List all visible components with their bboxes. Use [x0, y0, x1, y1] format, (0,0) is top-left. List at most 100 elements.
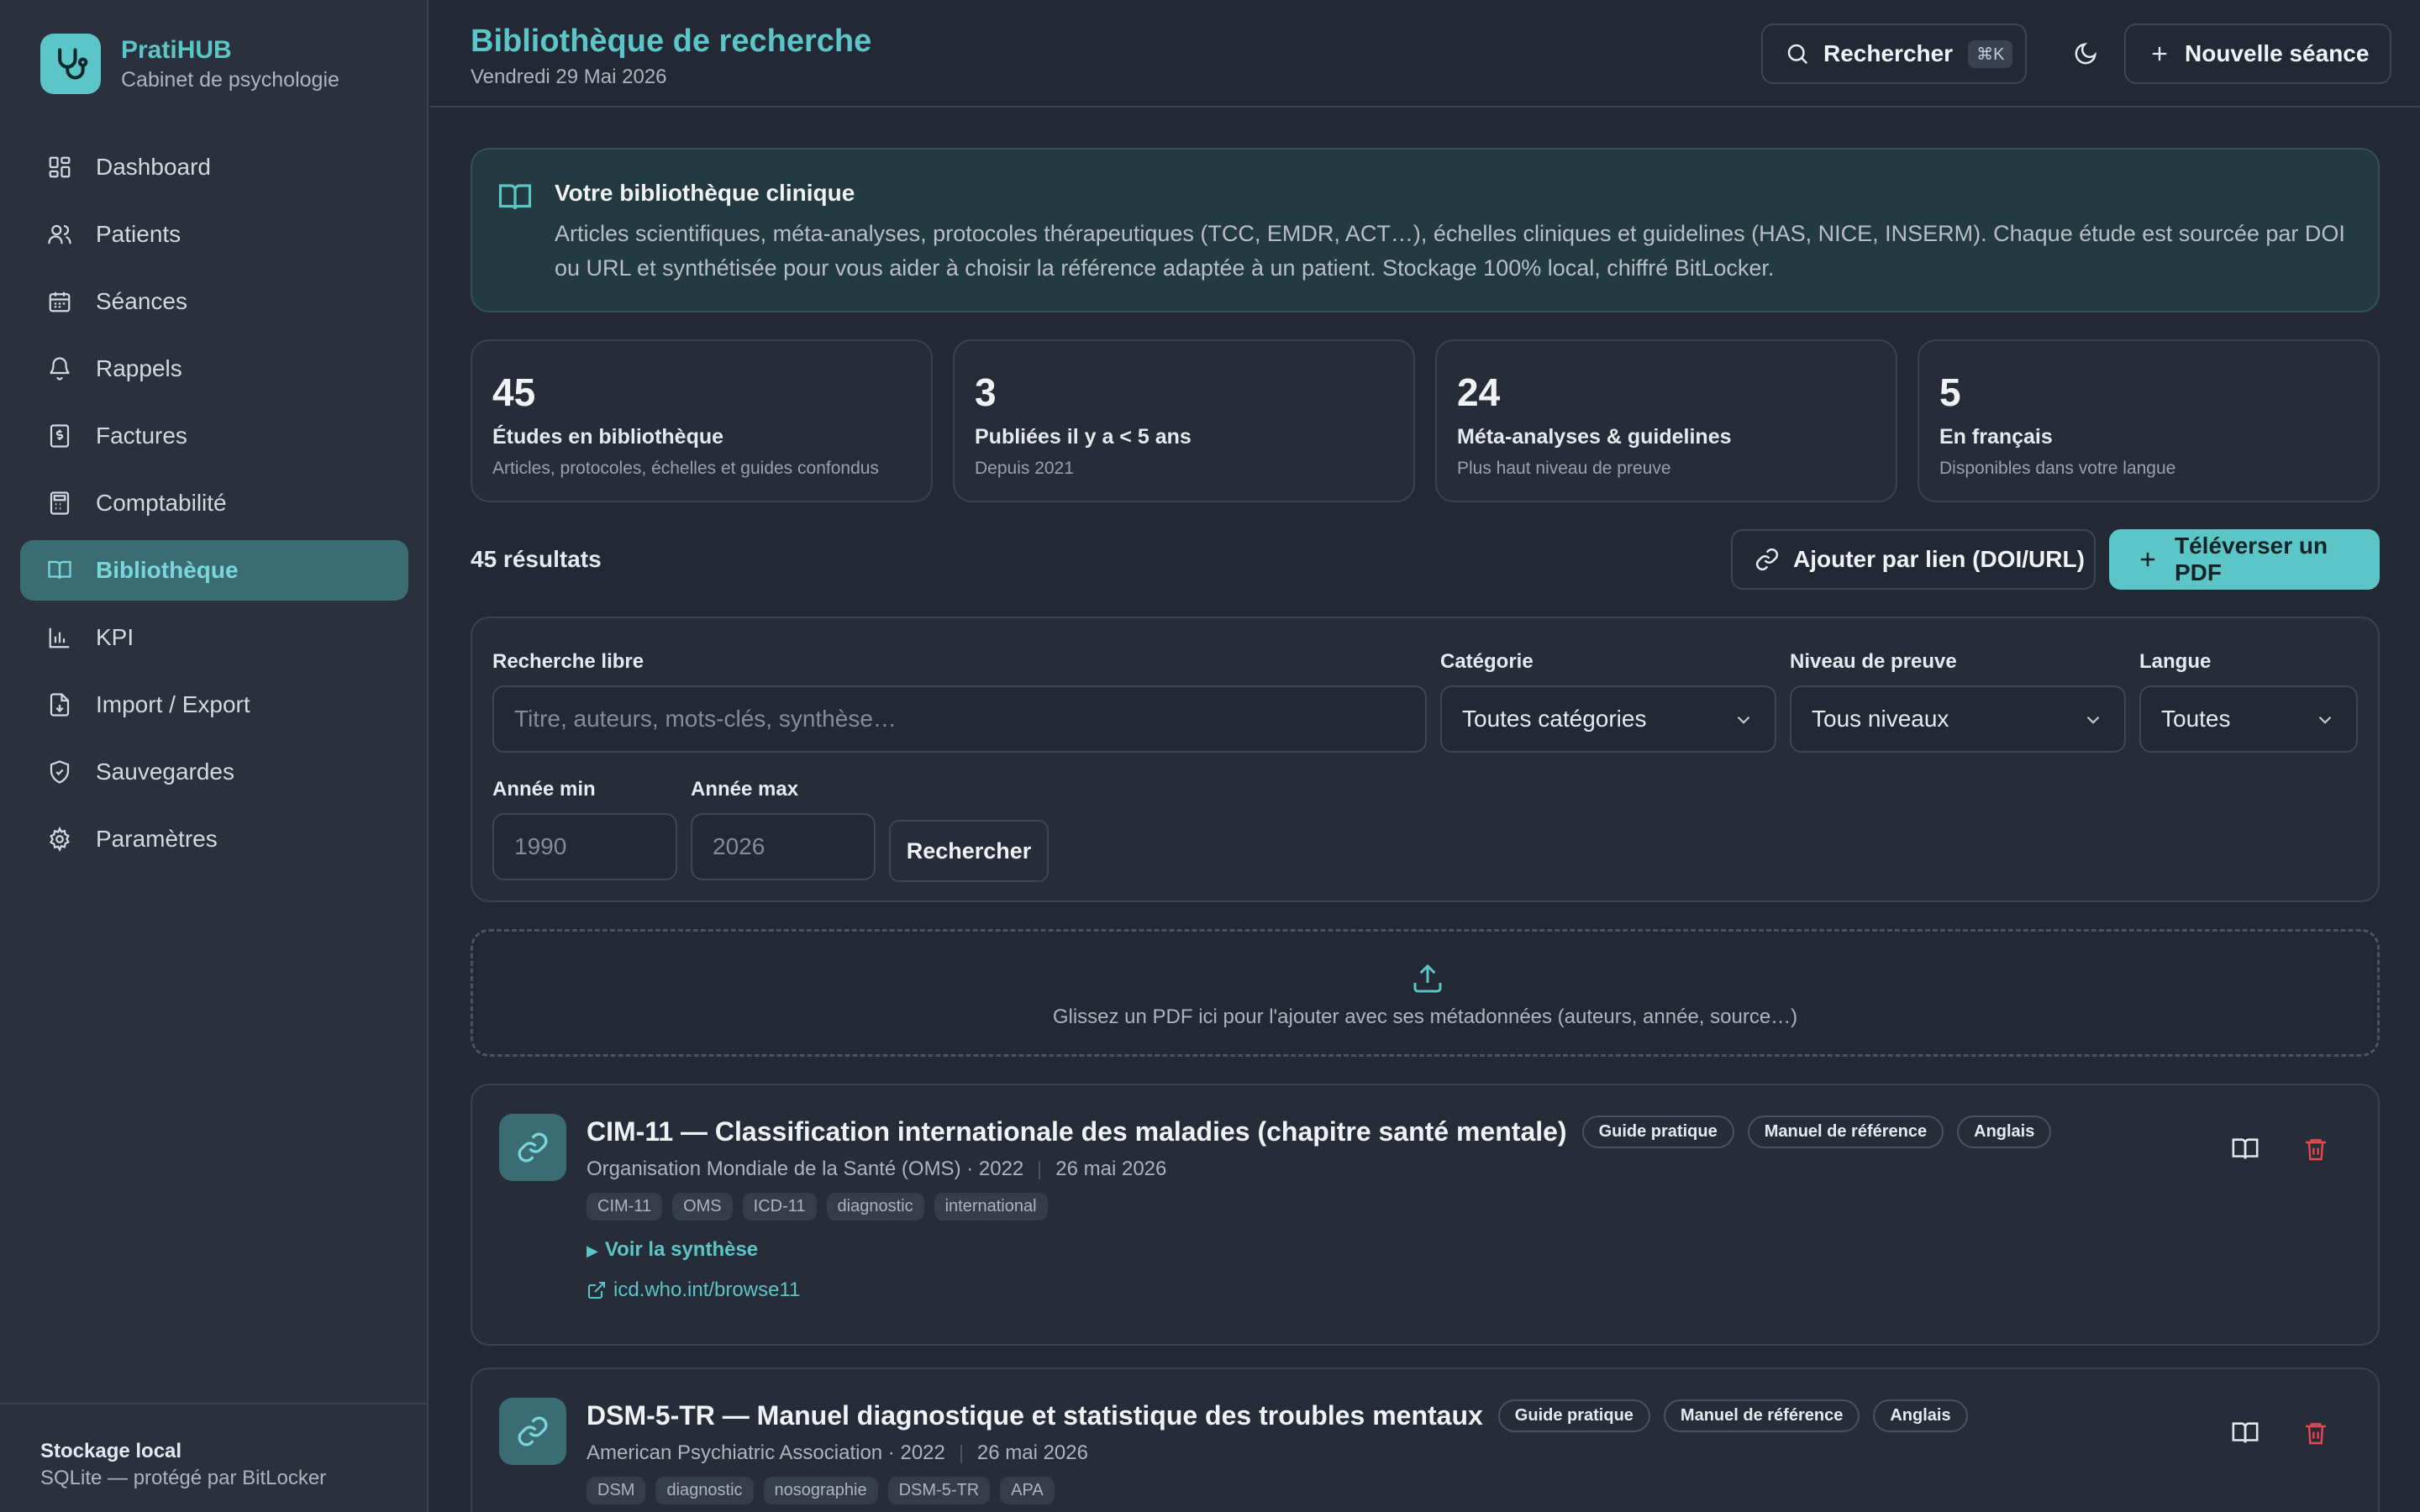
card-added-date: 26 mai 2026 — [1055, 1158, 1167, 1180]
invoice-icon — [45, 422, 74, 450]
tag[interactable]: diagnostic — [655, 1477, 754, 1504]
synthesis-toggle[interactable]: ▶ Voir la synthèse — [587, 1238, 758, 1262]
stat-subtitle: Articles, protocoles, échelles et guides… — [492, 459, 879, 478]
sidebar-item-bibliotheque[interactable]: Bibliothèque — [20, 540, 408, 601]
study-card[interactable]: DSM-5-TR — Manuel diagnostique et statis… — [471, 1368, 2380, 1512]
pdf-dropzone[interactable]: Glissez un PDF ici pour l'ajouter avec s… — [471, 929, 2380, 1057]
stat-value: 45 — [492, 370, 536, 414]
stat-subtitle: Plus haut niveau de preuve — [1457, 459, 1671, 478]
card-title[interactable]: CIM-11 — Classification internationale d… — [587, 1116, 1567, 1147]
tag[interactable]: CIM-11 — [587, 1193, 663, 1221]
card-title[interactable]: DSM-5-TR — Manuel diagnostique et statis… — [587, 1400, 1483, 1431]
tag[interactable]: DSM-5-TR — [887, 1477, 991, 1504]
brand-subtitle: Cabinet de psychologie — [121, 68, 339, 92]
language-label: Langue — [2139, 650, 2212, 673]
year-min-input[interactable]: 1990 — [492, 813, 677, 880]
year-min-label: Année min — [492, 778, 596, 801]
sidebar-item-seances[interactable]: Séances — [20, 271, 408, 332]
book-open-icon — [497, 180, 533, 219]
free-search-input[interactable]: Titre, auteurs, mots-clés, synthèse… — [492, 685, 1427, 753]
sidebar-item-label: KPI — [96, 624, 134, 650]
upload-pdf-label: Téléverser un PDF — [2175, 533, 2328, 585]
evidence-level-label: Niveau de preuve — [1790, 650, 1957, 673]
evidence-level-select[interactable]: Tous niveaux — [1790, 685, 2126, 753]
brand[interactable]: PratiHUB Cabinet de psychologie — [40, 34, 339, 94]
sidebar-item-kpi[interactable]: KPI — [20, 607, 408, 668]
chart-icon — [45, 623, 74, 652]
card-url-link[interactable]: icd.who.int/browse11 — [587, 1278, 800, 1302]
tag[interactable]: ICD-11 — [742, 1193, 817, 1221]
info-text: Articles scientifiques, méta-analyses, p… — [555, 221, 2345, 281]
results-count: 45 résultats — [471, 546, 602, 572]
category-select[interactable]: Toutes catégories — [1440, 685, 1776, 753]
open-book-icon[interactable] — [2228, 1132, 2262, 1166]
add-by-link-button[interactable]: Ajouter par lien (DOI/URL) — [1731, 529, 2096, 590]
apply-filters-button[interactable]: Rechercher — [889, 820, 1049, 882]
sidebar-item-label: Dashboard — [96, 154, 211, 180]
stat-value: 3 — [975, 370, 997, 414]
library-info-banner: Votre bibliothèque clinique Articles sci… — [471, 148, 2380, 312]
upload-pdf-button[interactable]: Téléverser un PDF — [2109, 529, 2380, 590]
theme-toggle-button[interactable] — [2057, 24, 2114, 84]
language-select[interactable]: Toutes — [2139, 685, 2358, 753]
sidebar-item-factures[interactable]: Factures — [20, 406, 408, 466]
category-badge: Manuel de référence — [1663, 1399, 1860, 1432]
link-icon — [499, 1398, 566, 1465]
search-shortcut: ⌘K — [1968, 39, 2013, 68]
tag[interactable]: APA — [1000, 1477, 1055, 1504]
brand-name: PratiHUB — [121, 36, 232, 64]
stat-card-french: 5 En français Disponibles dans votre lan… — [1918, 339, 2380, 502]
sidebar-item-import-export[interactable]: Import / Export — [20, 675, 408, 735]
stat-value: 5 — [1939, 370, 1961, 414]
evidence-level-value: Tous niveaux — [1812, 706, 1949, 732]
sidebar-item-label: Séances — [96, 288, 187, 314]
trash-icon[interactable] — [2299, 1416, 2333, 1450]
users-icon — [45, 220, 74, 249]
card-title-row: DSM-5-TR — Manuel diagnostique et statis… — [587, 1399, 1981, 1432]
chevron-down-icon — [2314, 709, 2336, 737]
global-search-button[interactable]: Rechercher ⌘K — [1761, 24, 2027, 84]
language-badge: Anglais — [1957, 1116, 2052, 1148]
category-value: Toutes catégories — [1462, 706, 1647, 732]
stat-label: Études en bibliothèque — [492, 425, 724, 449]
card-tags: DSM diagnostic nosographie DSM-5-TR APA — [587, 1477, 1065, 1504]
trash-icon[interactable] — [2299, 1132, 2333, 1166]
filters-panel: Recherche libre Titre, auteurs, mots-clé… — [471, 617, 2380, 902]
new-session-button[interactable]: Nouvelle séance — [2124, 24, 2391, 84]
upload-icon — [1411, 962, 1444, 1000]
tag[interactable]: OMS — [672, 1193, 733, 1221]
sidebar-item-rappels[interactable]: Rappels — [20, 339, 408, 399]
language-badge: Anglais — [1873, 1399, 1968, 1432]
search-label: Rechercher — [1823, 40, 1954, 66]
card-added-date: 26 mai 2026 — [976, 1441, 1088, 1464]
year-max-input[interactable]: 2026 — [691, 813, 876, 880]
sidebar-item-label: Comptabilité — [96, 490, 227, 516]
sidebar-item-dashboard[interactable]: Dashboard — [20, 137, 408, 197]
sidebar-item-parametres[interactable]: Paramètres — [20, 809, 408, 869]
dashboard-icon — [45, 153, 74, 181]
tag[interactable]: diagnostic — [826, 1193, 924, 1221]
stat-label: Méta-analyses & guidelines — [1457, 425, 1732, 449]
study-card[interactable]: CIM-11 — Classification internationale d… — [471, 1084, 2380, 1346]
stethoscope-icon — [40, 34, 101, 94]
add-by-link-label: Ajouter par lien (DOI/URL) — [1793, 546, 2085, 572]
shield-icon — [45, 758, 74, 786]
bell-icon — [45, 354, 74, 383]
sidebar-item-patients[interactable]: Patients — [20, 204, 408, 265]
year-max-label: Année max — [691, 778, 799, 801]
sidebar-item-label: Sauvegardes — [96, 759, 235, 785]
search-icon — [1785, 41, 1810, 66]
sidebar-item-sauvegardes[interactable]: Sauvegardes — [20, 742, 408, 802]
sidebar-item-comptabilite[interactable]: Comptabilité — [20, 473, 408, 533]
sidebar-item-label: Patients — [96, 221, 182, 247]
type-badge: Guide pratique — [1497, 1399, 1650, 1432]
stat-subtitle: Depuis 2021 — [975, 459, 1074, 478]
stat-value: 24 — [1457, 370, 1501, 414]
open-book-icon[interactable] — [2228, 1416, 2262, 1450]
moon-icon — [2073, 41, 2098, 66]
language-value: Toutes — [2161, 706, 2231, 732]
tag[interactable]: international — [934, 1193, 1048, 1221]
sidebar-item-label: Paramètres — [96, 826, 218, 852]
tag[interactable]: nosographie — [763, 1477, 878, 1504]
tag[interactable]: DSM — [587, 1477, 646, 1504]
